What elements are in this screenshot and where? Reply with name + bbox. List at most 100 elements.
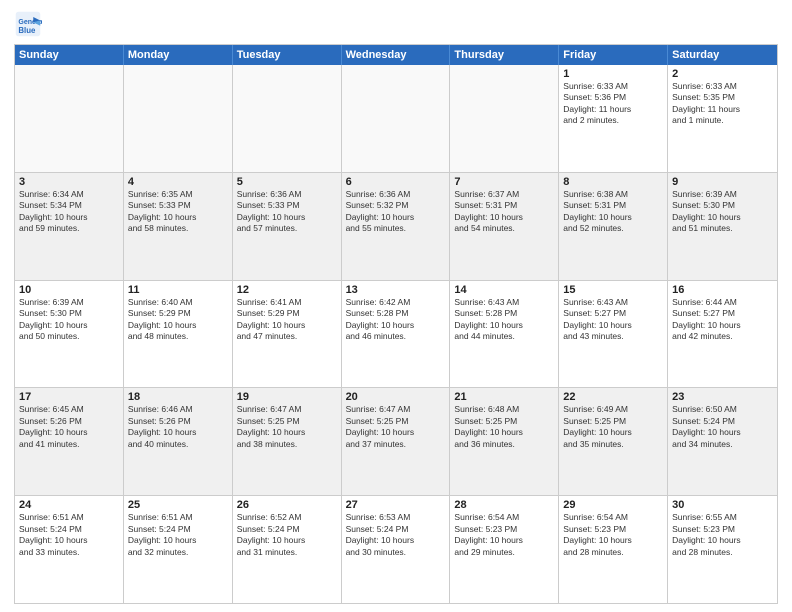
- day-number: 7: [454, 176, 554, 188]
- day-info: Sunrise: 6:50 AMSunset: 5:24 PMDaylight:…: [672, 404, 773, 450]
- day-info: Sunrise: 6:51 AMSunset: 5:24 PMDaylight:…: [128, 512, 228, 558]
- logo: General Blue: [14, 10, 42, 38]
- calendar-cell: [450, 65, 559, 172]
- day-number: 3: [19, 176, 119, 188]
- day-info: Sunrise: 6:49 AMSunset: 5:25 PMDaylight:…: [563, 404, 663, 450]
- calendar-cell: 3Sunrise: 6:34 AMSunset: 5:34 PMDaylight…: [15, 173, 124, 280]
- day-info: Sunrise: 6:53 AMSunset: 5:24 PMDaylight:…: [346, 512, 446, 558]
- calendar-cell: 26Sunrise: 6:52 AMSunset: 5:24 PMDayligh…: [233, 496, 342, 603]
- calendar-cell: 28Sunrise: 6:54 AMSunset: 5:23 PMDayligh…: [450, 496, 559, 603]
- calendar-cell: 22Sunrise: 6:49 AMSunset: 5:25 PMDayligh…: [559, 388, 668, 495]
- day-number: 9: [672, 176, 773, 188]
- calendar-cell: 5Sunrise: 6:36 AMSunset: 5:33 PMDaylight…: [233, 173, 342, 280]
- calendar-cell: [124, 65, 233, 172]
- header-cell-sunday: Sunday: [15, 45, 124, 65]
- day-info: Sunrise: 6:38 AMSunset: 5:31 PMDaylight:…: [563, 189, 663, 235]
- day-number: 29: [563, 499, 663, 511]
- day-number: 2: [672, 68, 773, 80]
- calendar-row-2: 3Sunrise: 6:34 AMSunset: 5:34 PMDaylight…: [15, 173, 777, 281]
- day-info: Sunrise: 6:47 AMSunset: 5:25 PMDaylight:…: [237, 404, 337, 450]
- day-number: 14: [454, 284, 554, 296]
- calendar-cell: 15Sunrise: 6:43 AMSunset: 5:27 PMDayligh…: [559, 281, 668, 388]
- day-number: 30: [672, 499, 773, 511]
- day-info: Sunrise: 6:54 AMSunset: 5:23 PMDaylight:…: [454, 512, 554, 558]
- day-info: Sunrise: 6:48 AMSunset: 5:25 PMDaylight:…: [454, 404, 554, 450]
- day-number: 23: [672, 391, 773, 403]
- calendar: SundayMondayTuesdayWednesdayThursdayFrid…: [14, 44, 778, 604]
- day-number: 21: [454, 391, 554, 403]
- calendar-cell: 25Sunrise: 6:51 AMSunset: 5:24 PMDayligh…: [124, 496, 233, 603]
- calendar-row-4: 17Sunrise: 6:45 AMSunset: 5:26 PMDayligh…: [15, 388, 777, 496]
- day-info: Sunrise: 6:33 AMSunset: 5:36 PMDaylight:…: [563, 81, 663, 127]
- day-number: 13: [346, 284, 446, 296]
- day-number: 17: [19, 391, 119, 403]
- calendar-cell: 19Sunrise: 6:47 AMSunset: 5:25 PMDayligh…: [233, 388, 342, 495]
- day-info: Sunrise: 6:37 AMSunset: 5:31 PMDaylight:…: [454, 189, 554, 235]
- day-number: 22: [563, 391, 663, 403]
- calendar-cell: 11Sunrise: 6:40 AMSunset: 5:29 PMDayligh…: [124, 281, 233, 388]
- day-number: 18: [128, 391, 228, 403]
- day-info: Sunrise: 6:39 AMSunset: 5:30 PMDaylight:…: [19, 297, 119, 343]
- day-number: 4: [128, 176, 228, 188]
- day-info: Sunrise: 6:44 AMSunset: 5:27 PMDaylight:…: [672, 297, 773, 343]
- day-info: Sunrise: 6:47 AMSunset: 5:25 PMDaylight:…: [346, 404, 446, 450]
- calendar-cell: 24Sunrise: 6:51 AMSunset: 5:24 PMDayligh…: [15, 496, 124, 603]
- logo-icon: General Blue: [14, 10, 42, 38]
- calendar-cell: [15, 65, 124, 172]
- svg-text:Blue: Blue: [18, 26, 36, 35]
- calendar-row-1: 1Sunrise: 6:33 AMSunset: 5:36 PMDaylight…: [15, 65, 777, 173]
- day-number: 25: [128, 499, 228, 511]
- calendar-cell: 20Sunrise: 6:47 AMSunset: 5:25 PMDayligh…: [342, 388, 451, 495]
- calendar-cell: 30Sunrise: 6:55 AMSunset: 5:23 PMDayligh…: [668, 496, 777, 603]
- calendar-header: SundayMondayTuesdayWednesdayThursdayFrid…: [15, 45, 777, 65]
- calendar-cell: [233, 65, 342, 172]
- calendar-body: 1Sunrise: 6:33 AMSunset: 5:36 PMDaylight…: [15, 65, 777, 603]
- day-number: 12: [237, 284, 337, 296]
- day-info: Sunrise: 6:34 AMSunset: 5:34 PMDaylight:…: [19, 189, 119, 235]
- day-number: 27: [346, 499, 446, 511]
- day-info: Sunrise: 6:43 AMSunset: 5:28 PMDaylight:…: [454, 297, 554, 343]
- day-info: Sunrise: 6:52 AMSunset: 5:24 PMDaylight:…: [237, 512, 337, 558]
- calendar-cell: 2Sunrise: 6:33 AMSunset: 5:35 PMDaylight…: [668, 65, 777, 172]
- day-number: 19: [237, 391, 337, 403]
- day-info: Sunrise: 6:33 AMSunset: 5:35 PMDaylight:…: [672, 81, 773, 127]
- day-info: Sunrise: 6:55 AMSunset: 5:23 PMDaylight:…: [672, 512, 773, 558]
- calendar-cell: 23Sunrise: 6:50 AMSunset: 5:24 PMDayligh…: [668, 388, 777, 495]
- calendar-cell: 1Sunrise: 6:33 AMSunset: 5:36 PMDaylight…: [559, 65, 668, 172]
- calendar-row-5: 24Sunrise: 6:51 AMSunset: 5:24 PMDayligh…: [15, 496, 777, 603]
- calendar-cell: 7Sunrise: 6:37 AMSunset: 5:31 PMDaylight…: [450, 173, 559, 280]
- day-info: Sunrise: 6:36 AMSunset: 5:32 PMDaylight:…: [346, 189, 446, 235]
- header-cell-monday: Monday: [124, 45, 233, 65]
- calendar-cell: 16Sunrise: 6:44 AMSunset: 5:27 PMDayligh…: [668, 281, 777, 388]
- day-info: Sunrise: 6:40 AMSunset: 5:29 PMDaylight:…: [128, 297, 228, 343]
- calendar-cell: 6Sunrise: 6:36 AMSunset: 5:32 PMDaylight…: [342, 173, 451, 280]
- day-number: 15: [563, 284, 663, 296]
- day-info: Sunrise: 6:39 AMSunset: 5:30 PMDaylight:…: [672, 189, 773, 235]
- day-number: 11: [128, 284, 228, 296]
- day-info: Sunrise: 6:46 AMSunset: 5:26 PMDaylight:…: [128, 404, 228, 450]
- calendar-cell: 13Sunrise: 6:42 AMSunset: 5:28 PMDayligh…: [342, 281, 451, 388]
- calendar-cell: 10Sunrise: 6:39 AMSunset: 5:30 PMDayligh…: [15, 281, 124, 388]
- day-number: 28: [454, 499, 554, 511]
- day-number: 16: [672, 284, 773, 296]
- calendar-cell: 14Sunrise: 6:43 AMSunset: 5:28 PMDayligh…: [450, 281, 559, 388]
- calendar-cell: 4Sunrise: 6:35 AMSunset: 5:33 PMDaylight…: [124, 173, 233, 280]
- day-number: 26: [237, 499, 337, 511]
- calendar-cell: 9Sunrise: 6:39 AMSunset: 5:30 PMDaylight…: [668, 173, 777, 280]
- day-info: Sunrise: 6:41 AMSunset: 5:29 PMDaylight:…: [237, 297, 337, 343]
- page-header: General Blue: [14, 10, 778, 38]
- header-cell-friday: Friday: [559, 45, 668, 65]
- calendar-cell: 21Sunrise: 6:48 AMSunset: 5:25 PMDayligh…: [450, 388, 559, 495]
- header-cell-saturday: Saturday: [668, 45, 777, 65]
- day-info: Sunrise: 6:36 AMSunset: 5:33 PMDaylight:…: [237, 189, 337, 235]
- header-cell-tuesday: Tuesday: [233, 45, 342, 65]
- calendar-cell: 12Sunrise: 6:41 AMSunset: 5:29 PMDayligh…: [233, 281, 342, 388]
- calendar-cell: 18Sunrise: 6:46 AMSunset: 5:26 PMDayligh…: [124, 388, 233, 495]
- header-cell-wednesday: Wednesday: [342, 45, 451, 65]
- calendar-cell: 29Sunrise: 6:54 AMSunset: 5:23 PMDayligh…: [559, 496, 668, 603]
- day-number: 5: [237, 176, 337, 188]
- day-info: Sunrise: 6:35 AMSunset: 5:33 PMDaylight:…: [128, 189, 228, 235]
- calendar-cell: 8Sunrise: 6:38 AMSunset: 5:31 PMDaylight…: [559, 173, 668, 280]
- day-info: Sunrise: 6:51 AMSunset: 5:24 PMDaylight:…: [19, 512, 119, 558]
- day-info: Sunrise: 6:54 AMSunset: 5:23 PMDaylight:…: [563, 512, 663, 558]
